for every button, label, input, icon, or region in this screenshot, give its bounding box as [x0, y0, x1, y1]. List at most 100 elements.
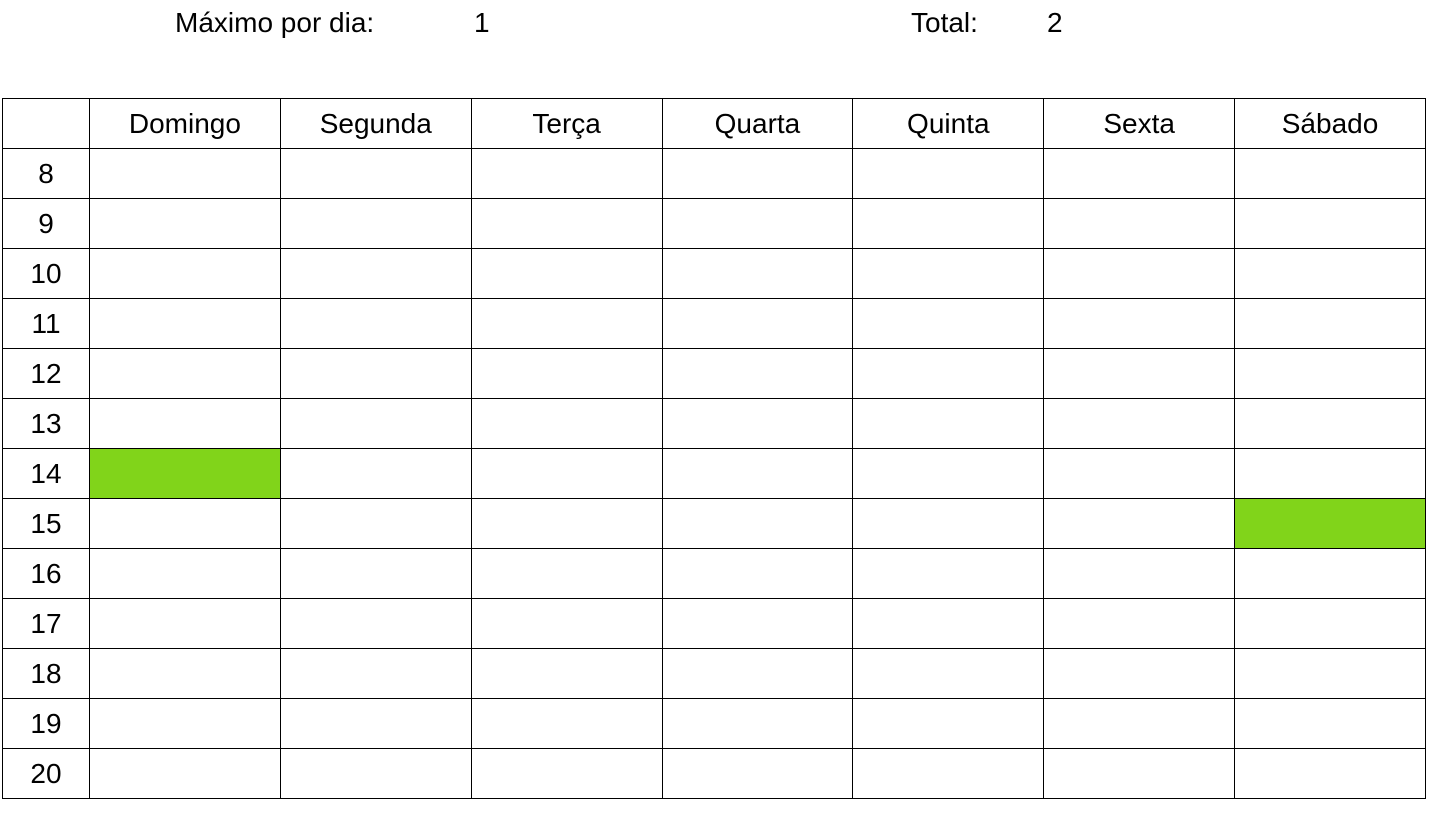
time-slot[interactable] [1043, 248, 1236, 299]
time-slot[interactable] [470, 448, 663, 499]
time-slot[interactable] [852, 498, 1045, 549]
time-slot[interactable] [1234, 598, 1426, 649]
time-slot[interactable] [1043, 748, 1236, 799]
time-slot[interactable] [661, 748, 854, 799]
time-slot[interactable] [279, 448, 472, 499]
time-slot[interactable] [852, 148, 1045, 199]
time-slot[interactable] [852, 198, 1045, 249]
day-header-sabado[interactable]: Sábado [1234, 98, 1426, 149]
time-slot[interactable] [89, 648, 281, 699]
time-slot[interactable] [1043, 348, 1236, 399]
day-header-segunda[interactable]: Segunda [279, 98, 472, 149]
time-slot[interactable] [89, 748, 281, 799]
time-slot[interactable] [89, 498, 281, 549]
time-slot[interactable] [279, 348, 472, 399]
time-slot[interactable] [661, 448, 854, 499]
time-slot[interactable] [470, 298, 663, 349]
time-slot[interactable] [1043, 498, 1236, 549]
day-header-domingo[interactable]: Domingo [89, 98, 281, 149]
total-value[interactable]: 2 [1047, 6, 1063, 40]
time-slot[interactable] [470, 548, 663, 599]
time-slot[interactable] [89, 198, 281, 249]
time-slot[interactable] [279, 198, 472, 249]
time-slot[interactable] [470, 198, 663, 249]
time-slot[interactable] [89, 598, 281, 649]
time-slot[interactable] [852, 298, 1045, 349]
time-slot[interactable] [852, 248, 1045, 299]
time-slot[interactable] [661, 548, 854, 599]
hour-label[interactable]: 11 [2, 298, 90, 349]
time-slot[interactable] [279, 648, 472, 699]
time-slot[interactable] [1234, 148, 1426, 199]
time-slot[interactable] [1043, 198, 1236, 249]
hour-label[interactable]: 13 [2, 398, 90, 449]
time-slot[interactable] [470, 398, 663, 449]
time-slot[interactable] [1234, 448, 1426, 499]
hour-label[interactable]: 14 [2, 448, 90, 499]
max-per-day-value[interactable]: 1 [474, 6, 490, 40]
time-slot[interactable] [89, 148, 281, 199]
time-slot[interactable] [852, 648, 1045, 699]
time-slot[interactable] [852, 698, 1045, 749]
time-slot[interactable] [1234, 348, 1426, 399]
time-slot[interactable] [1234, 198, 1426, 249]
corner-cell[interactable] [2, 98, 90, 149]
time-slot[interactable] [279, 548, 472, 599]
time-slot[interactable] [89, 398, 281, 449]
time-slot[interactable] [661, 598, 854, 649]
time-slot[interactable] [852, 548, 1045, 599]
time-slot[interactable] [470, 748, 663, 799]
hour-label[interactable]: 18 [2, 648, 90, 699]
time-slot[interactable] [661, 648, 854, 699]
time-slot[interactable] [661, 198, 854, 249]
hour-label[interactable]: 19 [2, 698, 90, 749]
time-slot[interactable] [279, 298, 472, 349]
time-slot[interactable] [1043, 548, 1236, 599]
hour-label[interactable]: 8 [2, 148, 90, 199]
time-slot[interactable] [661, 498, 854, 549]
time-slot[interactable] [470, 498, 663, 549]
booked-slot[interactable] [1234, 498, 1426, 549]
hour-label[interactable]: 10 [2, 248, 90, 299]
time-slot[interactable] [1043, 698, 1236, 749]
time-slot[interactable] [89, 548, 281, 599]
time-slot[interactable] [1234, 748, 1426, 799]
time-slot[interactable] [470, 598, 663, 649]
time-slot[interactable] [1234, 648, 1426, 699]
time-slot[interactable] [279, 498, 472, 549]
time-slot[interactable] [279, 698, 472, 749]
hour-label[interactable]: 20 [2, 748, 90, 799]
time-slot[interactable] [279, 598, 472, 649]
hour-label[interactable]: 17 [2, 598, 90, 649]
time-slot[interactable] [89, 348, 281, 399]
time-slot[interactable] [279, 248, 472, 299]
time-slot[interactable] [1234, 398, 1426, 449]
time-slot[interactable] [852, 448, 1045, 499]
time-slot[interactable] [279, 398, 472, 449]
time-slot[interactable] [852, 348, 1045, 399]
time-slot[interactable] [470, 698, 663, 749]
hour-label[interactable]: 12 [2, 348, 90, 399]
time-slot[interactable] [1234, 248, 1426, 299]
time-slot[interactable] [852, 398, 1045, 449]
time-slot[interactable] [89, 248, 281, 299]
day-header-quarta[interactable]: Quarta [661, 98, 854, 149]
time-slot[interactable] [661, 348, 854, 399]
time-slot[interactable] [1043, 648, 1236, 699]
time-slot[interactable] [1043, 298, 1236, 349]
time-slot[interactable] [279, 748, 472, 799]
time-slot[interactable] [470, 148, 663, 199]
time-slot[interactable] [1043, 448, 1236, 499]
time-slot[interactable] [661, 698, 854, 749]
time-slot[interactable] [1234, 298, 1426, 349]
time-slot[interactable] [1043, 398, 1236, 449]
time-slot[interactable] [470, 648, 663, 699]
hour-label[interactable]: 9 [2, 198, 90, 249]
time-slot[interactable] [852, 598, 1045, 649]
time-slot[interactable] [1043, 148, 1236, 199]
time-slot[interactable] [89, 298, 281, 349]
time-slot[interactable] [89, 698, 281, 749]
time-slot[interactable] [661, 298, 854, 349]
time-slot[interactable] [661, 248, 854, 299]
time-slot[interactable] [661, 398, 854, 449]
